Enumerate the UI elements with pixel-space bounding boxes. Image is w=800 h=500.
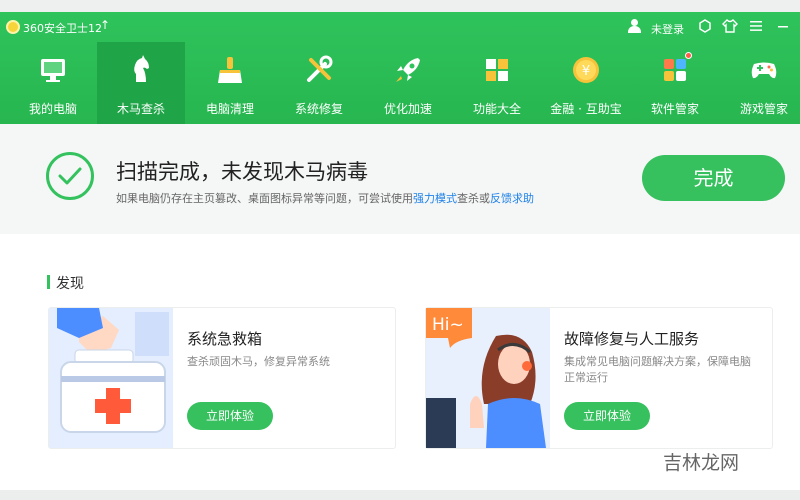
- desc-text: 如果电脑仍存在主页篡改、桌面图标异常等问题，可尝试使用: [116, 192, 413, 205]
- main-nav: 我的电脑 木马查杀 电脑清理 系统修复 优化加速 功能大全 ¥ 金融 · 互助宝…: [0, 42, 800, 124]
- nav-label: 电脑清理: [205, 102, 254, 116]
- nav-label: 木马查杀: [116, 102, 165, 116]
- tools-icon: [307, 55, 333, 82]
- minimize-icon[interactable]: [775, 18, 791, 34]
- scan-result-title: 扫描完成，未发现木马病毒: [116, 160, 368, 184]
- watermark-text: 吉林龙网: [663, 452, 740, 474]
- login-link[interactable]: 未登录: [651, 21, 684, 37]
- notification-dot: [685, 52, 692, 59]
- section-title: 发现: [56, 276, 84, 292]
- strong-mode-link[interactable]: 强力模式: [413, 192, 457, 205]
- card-title: 系统急救箱: [187, 330, 263, 348]
- nav-item-cleanup[interactable]: 电脑清理: [186, 42, 274, 124]
- nav-item-optimize[interactable]: 优化加速: [364, 42, 452, 124]
- window-bottom-edge: [0, 490, 800, 500]
- card-system-rescue[interactable]: 系统急救箱 查杀顽固木马，修复异常系统 立即体验: [48, 307, 396, 449]
- app-window: 360安全卫士12 ↑ 未登录 我的电脑 木马查杀 电脑清理 系统修复 优化加速…: [0, 0, 800, 500]
- first-aid-kit-illustration: [49, 308, 173, 448]
- header: 360安全卫士12 ↑ 未登录 我的电脑 木马查杀 电脑清理 系统修复 优化加速…: [0, 12, 800, 124]
- upgrade-arrow-icon[interactable]: ↑: [100, 18, 110, 32]
- coin-icon: ¥: [573, 57, 599, 83]
- nav-item-game-manager[interactable]: 游戏管家: [720, 42, 800, 124]
- feedback-link[interactable]: 反馈求助: [490, 192, 534, 205]
- desc-text-mid: 查杀或: [457, 192, 490, 205]
- user-icon[interactable]: [628, 19, 641, 33]
- try-now-button[interactable]: 立即体验: [187, 402, 273, 430]
- apps-icon: [664, 59, 686, 81]
- customer-service-illustration: Hi~: [426, 308, 550, 448]
- card-description: 集成常见电脑问题解决方案，保障电脑正常运行: [564, 355, 751, 384]
- app-logo-icon: [6, 20, 20, 34]
- broom-icon: [218, 57, 242, 83]
- nav-label: 金融 · 互助宝: [550, 102, 622, 116]
- menu-icon[interactable]: [748, 18, 764, 34]
- card-title: 故障修复与人工服务: [564, 330, 700, 348]
- success-check-icon: [46, 152, 94, 200]
- nav-label: 功能大全: [472, 102, 521, 116]
- card-repair-service[interactable]: Hi~ 故障修复与人工服务 集成常见电脑问题解决方案，保障电脑正常运行 立即体验: [425, 307, 773, 449]
- nav-label: 我的电脑: [28, 102, 77, 116]
- svg-text:¥: ¥: [582, 64, 590, 79]
- nav-item-trojan-scan[interactable]: 木马查杀: [97, 42, 185, 124]
- rocket-icon: [396, 58, 420, 82]
- nav-item-features[interactable]: 功能大全: [453, 42, 541, 124]
- nav-label: 系统修复: [294, 102, 343, 116]
- computer-icon: [41, 59, 65, 82]
- gamepad-icon: [751, 62, 777, 79]
- nav-label: 软件管家: [650, 102, 699, 116]
- done-button[interactable]: 完成: [642, 155, 785, 201]
- grid-icon: [486, 59, 508, 81]
- window-frame-top: [0, 0, 800, 12]
- title-bar: 360安全卫士12 ↑ 未登录: [0, 12, 800, 42]
- nav-item-system-repair[interactable]: 系统修复: [275, 42, 363, 124]
- nav-item-software-manager[interactable]: 软件管家: [631, 42, 719, 124]
- nav-label: 游戏管家: [739, 102, 788, 116]
- svg-text:Hi~: Hi~: [432, 315, 464, 335]
- section-marker: [47, 275, 50, 289]
- nav-item-my-computer[interactable]: 我的电脑: [9, 42, 97, 124]
- scan-result-description: 如果电脑仍存在主页篡改、桌面图标异常等问题，可尝试使用强力模式查杀或反馈求助: [116, 190, 534, 206]
- nav-label: 优化加速: [383, 102, 432, 116]
- skin-icon[interactable]: [697, 18, 713, 34]
- shirt-icon[interactable]: [722, 18, 738, 34]
- card-description: 查杀顽固木马，修复异常系统: [187, 355, 330, 368]
- nav-item-finance[interactable]: ¥ 金融 · 互助宝: [542, 42, 630, 124]
- horse-icon: [134, 55, 149, 82]
- scan-result-panel: 扫描完成，未发现木马病毒 如果电脑仍存在主页篡改、桌面图标异常等问题，可尝试使用…: [0, 124, 800, 234]
- try-now-button[interactable]: 立即体验: [564, 402, 650, 430]
- app-title: 360安全卫士12: [23, 22, 102, 35]
